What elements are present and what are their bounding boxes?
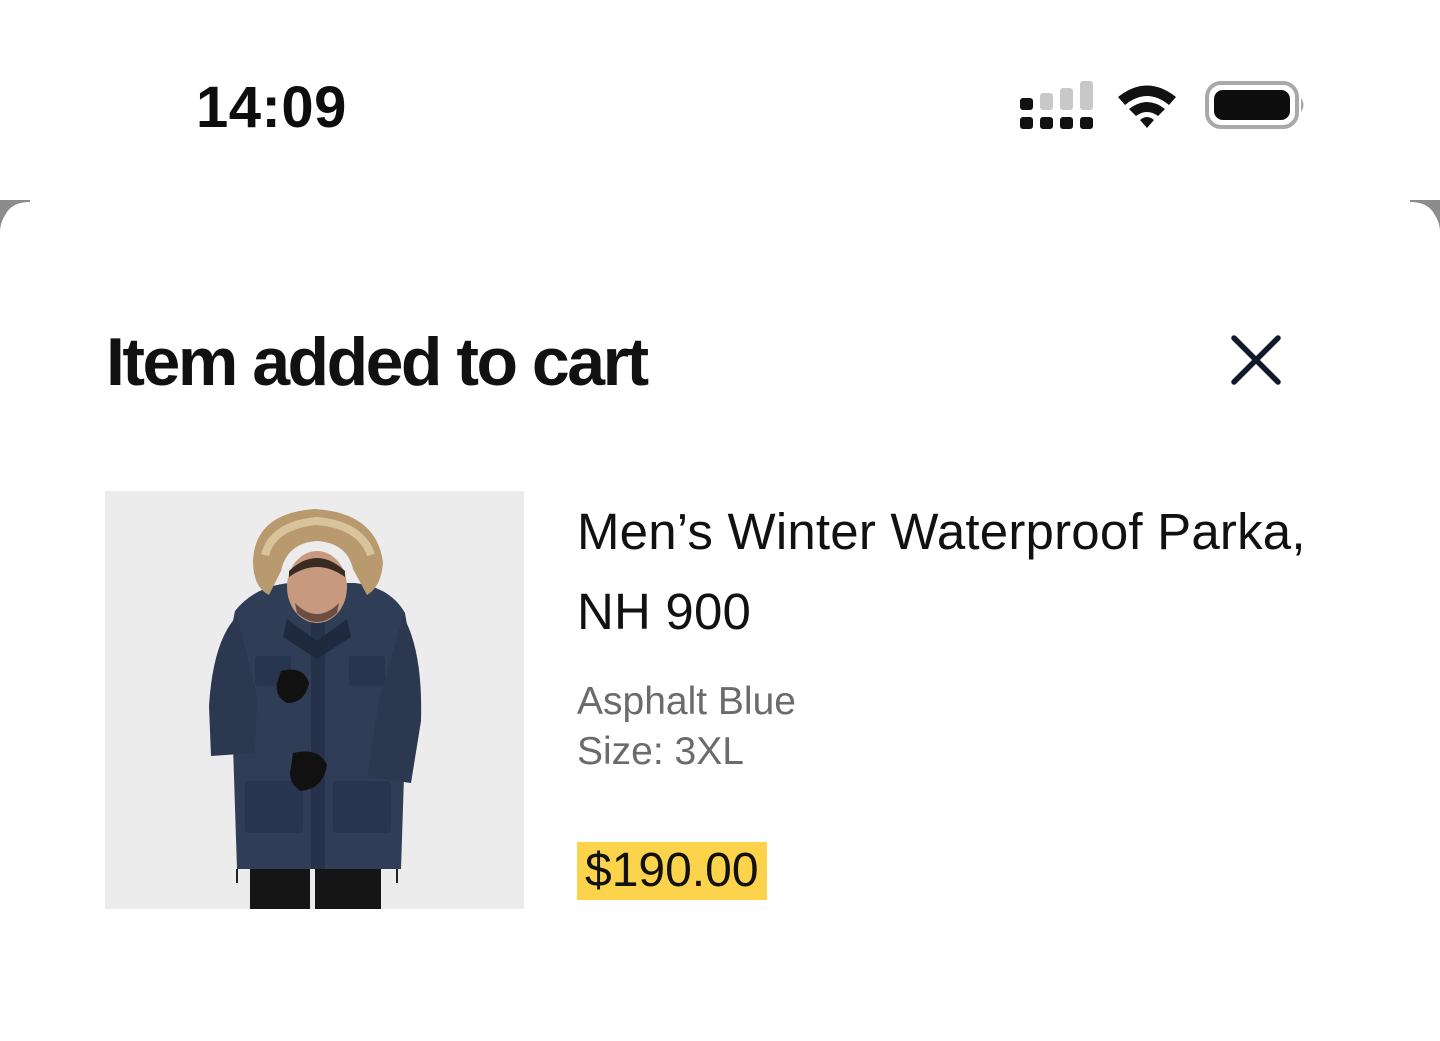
cart-confirmation-sheet: Item added to cart Men’s Winter Waterpro… <box>0 202 1440 1041</box>
product-image <box>105 491 524 909</box>
product-name[interactable]: Men’s Winter Waterproof Parka, NH 900 <box>577 492 1317 652</box>
battery-icon <box>1205 81 1304 129</box>
sheet-title: Item added to cart <box>106 324 649 400</box>
product-color: Asphalt Blue <box>577 680 796 723</box>
status-bar: 14:09 <box>0 0 1440 200</box>
product-info: Men’s Winter Waterproof Parka, NH 900 As… <box>577 492 1317 900</box>
close-icon <box>1231 335 1281 385</box>
wifi-icon <box>1118 85 1176 128</box>
close-button[interactable] <box>1220 324 1292 396</box>
cellular-signal-icon <box>1020 81 1093 129</box>
status-icons <box>1018 80 1308 132</box>
parka-illustration <box>209 509 422 909</box>
screen: 14:09 Item added to cart Men’s Winter Wa… <box>0 0 1440 1041</box>
status-time: 14:09 <box>196 75 347 140</box>
product-size: Size: 3XL <box>577 730 744 773</box>
product-price: $190.00 <box>577 842 767 900</box>
